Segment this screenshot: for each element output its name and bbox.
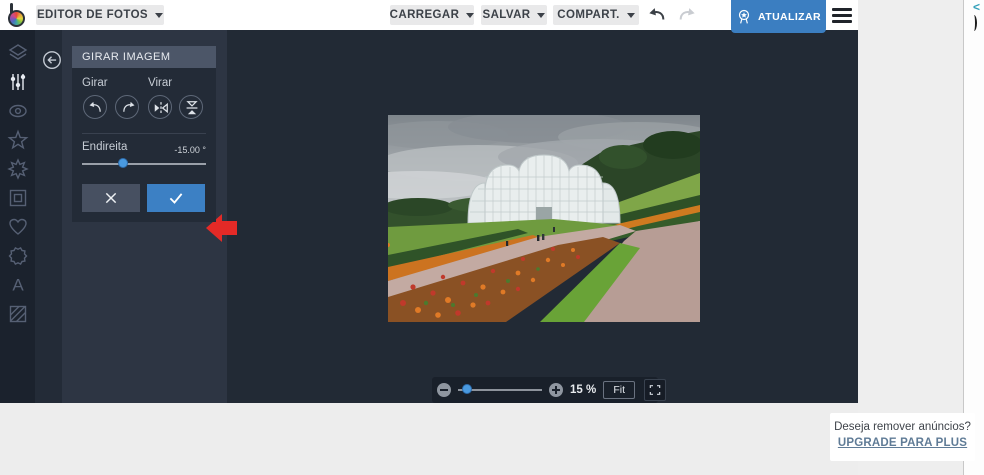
flip-vertical-button[interactable]	[179, 95, 203, 119]
compart-button[interactable]: COMPART.	[553, 5, 639, 25]
girar-label: Girar	[82, 77, 108, 89]
caret-down-icon	[155, 12, 163, 18]
fit-label: Fit	[613, 384, 626, 396]
app-menu-button[interactable]: EDITOR DE FOTOS	[36, 5, 164, 25]
sidebar-item-frame[interactable]	[6, 186, 30, 210]
zoom-bar: 15 % Fit	[432, 377, 667, 403]
compart-label: COMPART.	[557, 9, 620, 21]
carregar-button[interactable]: CARREGAR	[389, 5, 475, 25]
award-badge-icon	[738, 9, 750, 24]
fullscreen-icon	[649, 385, 661, 395]
text-tool-glyph: A	[12, 276, 24, 295]
app-menu-label: EDITOR DE FOTOS	[36, 9, 148, 21]
apply-button[interactable]	[147, 184, 205, 212]
zoom-in-icon[interactable]	[549, 383, 563, 397]
remove-ads-question: Deseja remover anúncios?	[834, 421, 971, 433]
virar-label: Virar	[148, 77, 173, 89]
zoom-value: 15 %	[570, 384, 597, 396]
salvar-label: SALVAR	[482, 9, 531, 21]
girar-imagem-panel: GIRAR IMAGEM Girar Virar Endireita -15.0…	[72, 46, 216, 222]
straighten-slider[interactable]	[82, 158, 206, 170]
arrow-shaft	[222, 221, 237, 235]
panel-back-strip	[35, 30, 62, 403]
redo-icon[interactable]	[676, 5, 698, 25]
sidebar-item-layers[interactable]	[6, 41, 30, 65]
tool-sidebar: A	[0, 30, 35, 403]
atualizar-label: ATUALIZAR	[758, 10, 821, 23]
straighten-label: Endireita	[82, 141, 128, 153]
sidebar-item-badge[interactable]	[6, 244, 30, 268]
remove-ads-card: Deseja remover anúncios? UPGRADE PARA PL…	[830, 413, 975, 461]
x-icon	[105, 192, 117, 204]
rotate-right-button[interactable]	[115, 95, 139, 119]
caret-down-icon	[626, 12, 635, 18]
fit-button[interactable]: Fit	[603, 381, 636, 399]
sidebar-item-effects[interactable]	[6, 157, 30, 181]
pixlr-logo-icon[interactable]	[8, 3, 30, 28]
rotate-left-button[interactable]	[83, 95, 107, 119]
salvar-button[interactable]: SALVAR	[481, 5, 547, 25]
atualizar-button[interactable]: ATUALIZAR	[731, 0, 826, 33]
panel-title: GIRAR IMAGEM	[72, 46, 216, 68]
fit-screen-button[interactable]	[644, 379, 667, 401]
straighten-value: -15.00 °	[174, 145, 206, 155]
zoom-out-icon[interactable]	[437, 383, 451, 397]
cancel-button[interactable]	[82, 184, 140, 212]
top-bar: EDITOR DE FOTOS CARREGAR SALVAR COMPART.	[0, 0, 858, 33]
caret-down-icon	[537, 12, 546, 18]
panel-title-label: GIRAR IMAGEM	[82, 51, 171, 63]
upgrade-link[interactable]: UPGRADE PARA PLUS	[838, 437, 967, 449]
zoom-slider-thumb[interactable]	[462, 384, 472, 394]
editor-workspace: A GIRAR IMAGEM Girar Virar Endireita -15…	[0, 30, 860, 403]
straighten-slider-track	[82, 163, 206, 165]
carregar-label: CARREGAR	[389, 9, 460, 21]
undo-icon[interactable]	[646, 5, 668, 25]
zoom-slider[interactable]	[458, 384, 542, 396]
flip-horizontal-button[interactable]	[148, 95, 172, 119]
sidebar-item-pattern[interactable]	[6, 302, 30, 326]
checkmark-icon	[169, 193, 183, 204]
sidebar-item-heart[interactable]	[6, 215, 30, 239]
scrollbar-strip[interactable]: <	[963, 0, 984, 475]
logo-color-wheel	[8, 10, 25, 27]
sidebar-item-eye[interactable]	[6, 99, 30, 123]
caret-down-icon	[466, 12, 475, 18]
canvas-image[interactable]	[338, 111, 748, 322]
straighten-slider-thumb[interactable]	[118, 158, 128, 168]
collapse-arrow-icon[interactable]: <	[973, 0, 980, 14]
sidebar-item-star[interactable]	[6, 128, 30, 152]
sidebar-item-text[interactable]: A	[6, 273, 30, 297]
sidebar-item-adjustments[interactable]	[6, 70, 30, 94]
back-arrow-icon[interactable]	[41, 49, 63, 71]
strip-artifact	[971, 15, 977, 31]
hamburger-menu-icon[interactable]	[832, 8, 852, 23]
panel-divider	[82, 133, 206, 134]
